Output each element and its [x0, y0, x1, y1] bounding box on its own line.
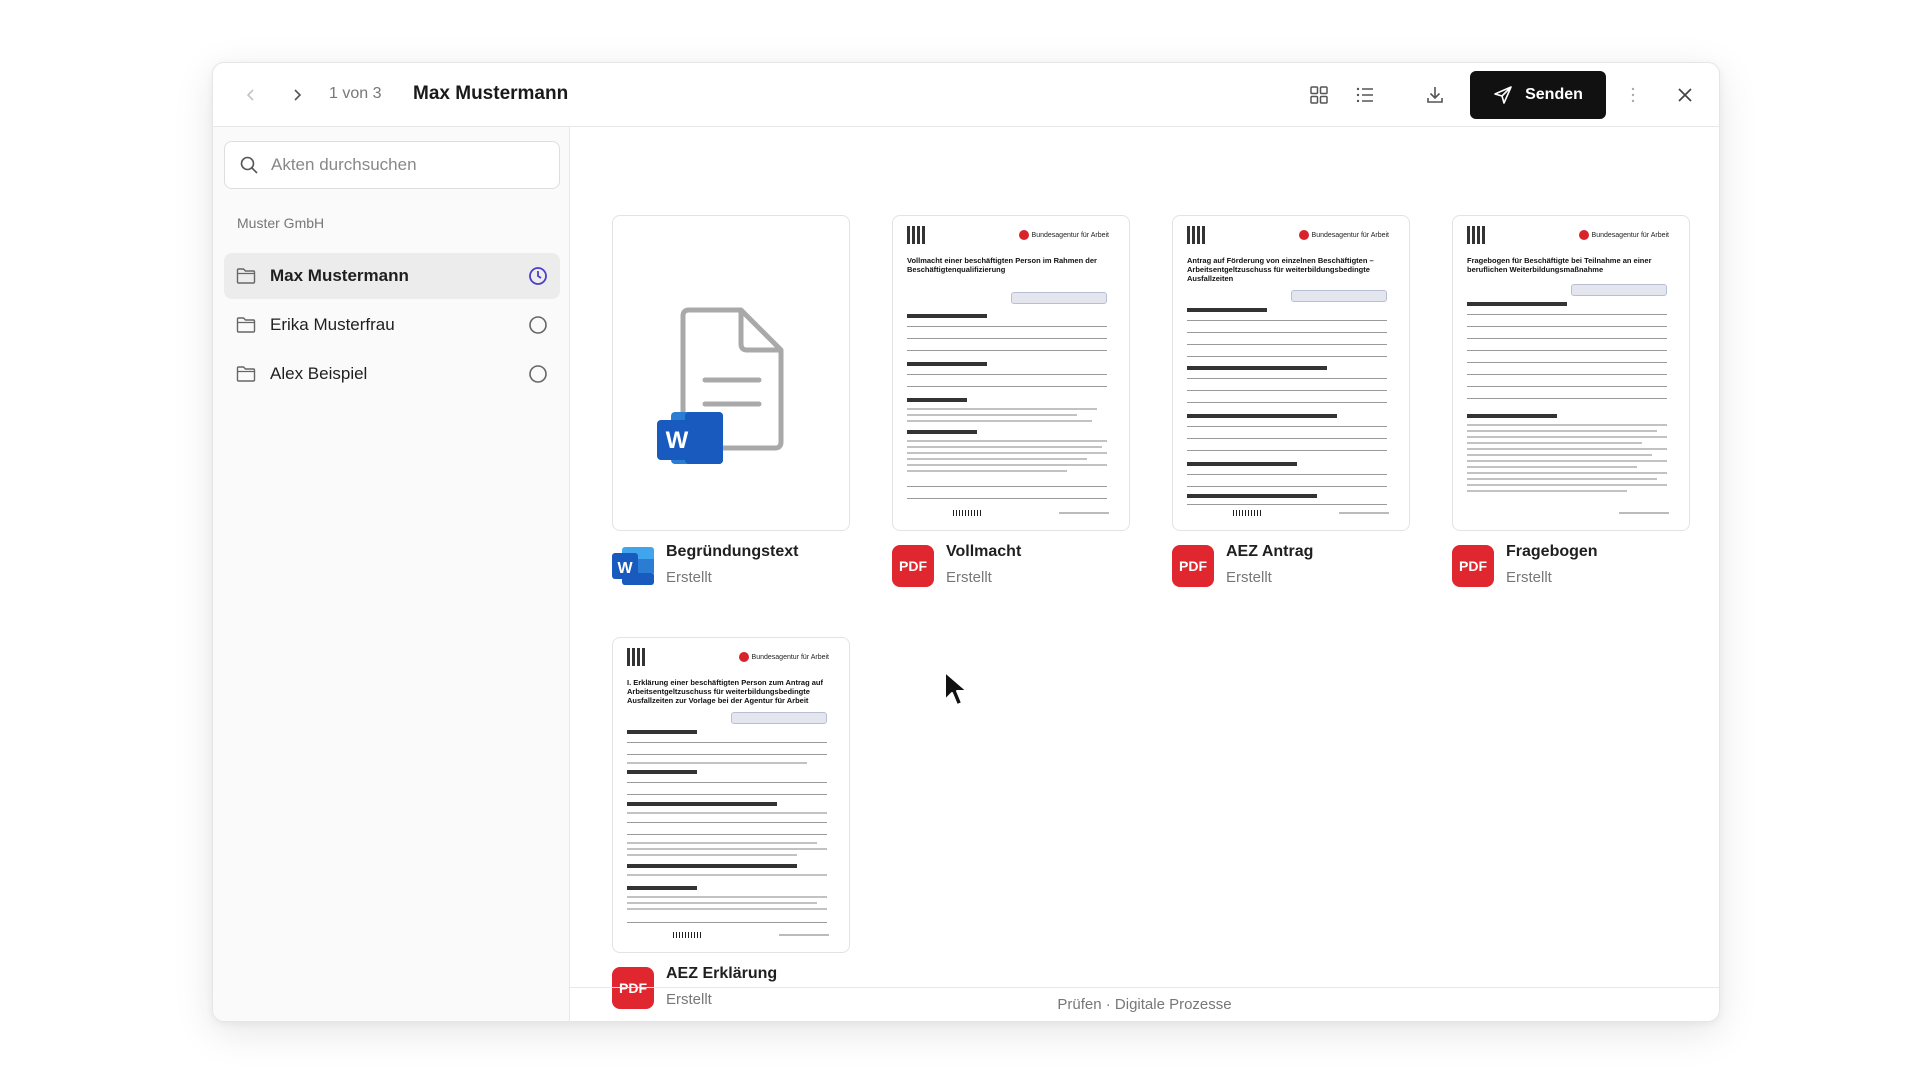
svg-text:W: W — [666, 427, 689, 454]
document-name: AEZ Antrag — [1226, 543, 1314, 560]
document-name: Begründungstext — [666, 543, 799, 560]
footer: Prüfen · Digitale Prozesse — [570, 987, 1719, 1021]
send-label: Senden — [1525, 86, 1583, 103]
document-status: Erstellt — [1506, 569, 1552, 586]
list-view-button[interactable] — [1349, 79, 1381, 111]
document-card-aez-erklaerung[interactable]: Bundesagentur für Arbeit I. Erklärung ei… — [612, 637, 850, 1009]
qr-code-icon — [1187, 226, 1205, 244]
document-card-aez-antrag[interactable]: Bundesagentur für Arbeit Antrag auf Förd… — [1172, 215, 1410, 587]
document-thumbnail: Bundesagentur für Arbeit Antrag auf Förd… — [1172, 215, 1410, 531]
send-icon — [1494, 86, 1512, 104]
document-name: Vollmacht — [946, 543, 1022, 560]
document-thumbnail: W — [612, 215, 850, 531]
document-meta: PDF AEZ Antrag Erstellt — [1172, 543, 1410, 593]
chevron-right-icon — [294, 89, 302, 101]
word-document-icon: W — [657, 307, 784, 464]
page-title: Max Mustermann — [413, 83, 569, 104]
document-thumbnail: Bundesagentur für Arbeit I. Erklärung ei… — [612, 637, 850, 953]
search-box[interactable] — [224, 141, 560, 189]
document-status: Erstellt — [1226, 569, 1272, 586]
barcode — [673, 932, 701, 938]
send-button[interactable]: Senden — [1470, 71, 1606, 119]
list-icon — [1356, 87, 1373, 103]
close-button[interactable] — [1669, 79, 1701, 111]
qr-code-icon — [1467, 226, 1485, 244]
document-meta: PDF Fragebogen Erstellt — [1452, 543, 1690, 593]
sidebar-item-alex-beispiel[interactable]: Alex Beispiel — [224, 351, 560, 397]
sidebar-item-label: Max Mustermann — [270, 266, 409, 285]
close-icon — [1678, 88, 1692, 102]
document-name: AEZ Erklärung — [666, 965, 778, 982]
document-name: Fragebogen — [1506, 543, 1598, 560]
form-title: Antrag auf Förderung von einzelnen Besch… — [1187, 256, 1374, 283]
document-card-begruendungstext[interactable]: W W Begründungstext Erstellt — [612, 215, 850, 586]
pdf-icon: PDF — [1452, 545, 1494, 587]
search-input[interactable] — [271, 155, 541, 175]
search-icon — [240, 156, 258, 174]
form-title: I. Erklärung einer beschäftigten Person … — [627, 678, 824, 705]
document-thumbnail: Bundesagentur für Arbeit Fragebogen für … — [1452, 215, 1690, 531]
viewer-window: 1 von 3 Max Mustermann Senden Akten durc… — [212, 62, 1720, 1022]
qr-code-icon — [627, 648, 645, 666]
document-meta: PDF Vollmacht Erstellt — [892, 543, 1130, 593]
download-button[interactable] — [1419, 79, 1451, 111]
circle-status-icon — [529, 365, 547, 383]
next-button[interactable] — [279, 77, 315, 113]
svg-text:W: W — [617, 560, 633, 577]
word-icon: W — [612, 545, 654, 587]
document-status: Erstellt — [666, 569, 712, 586]
grid-view-button[interactable] — [1303, 79, 1335, 111]
agency-logo: Bundesagentur für Arbeit — [1018, 230, 1109, 240]
toolbar: 1 von 3 Max Mustermann Senden — [213, 63, 1719, 127]
sidebar-item-label: Erika Musterfrau — [270, 315, 395, 334]
barcode — [953, 510, 981, 516]
download-icon — [1427, 87, 1443, 103]
grid-icon — [1310, 86, 1328, 104]
page-counter: 1 von 3 — [329, 85, 382, 102]
folder-icon — [236, 366, 256, 382]
folder-icon — [236, 317, 256, 333]
form-title: Fragebogen für Beschäftigte bei Teilnahm… — [1467, 256, 1652, 274]
sidebar-item-max-mustermann[interactable]: Max Mustermann — [224, 253, 560, 299]
agency-logo: Bundesagentur für Arbeit — [1578, 230, 1669, 240]
document-meta: W Begründungstext Erstellt — [612, 543, 850, 593]
sidebar-item-erika-musterfrau[interactable]: Erika Musterfrau — [224, 302, 560, 348]
form-title: Vollmacht einer beschäftigten Person im … — [907, 256, 1097, 274]
document-grid: W W Begründungstext Erstellt Bundesagent… — [570, 127, 1719, 1009]
pdf-icon: PDF — [892, 545, 934, 587]
pdf-icon: PDF — [1172, 545, 1214, 587]
clock-icon — [529, 267, 547, 285]
agency-logo: Bundesagentur für Arbeit — [738, 652, 829, 662]
agency-logo: Bundesagentur für Arbeit — [1298, 230, 1389, 240]
document-status: Erstellt — [946, 569, 992, 586]
chevron-left-icon — [246, 89, 254, 101]
previous-button[interactable] — [233, 77, 269, 113]
mouse-cursor-icon — [944, 671, 968, 706]
qr-code-icon — [907, 226, 925, 244]
folder-icon — [236, 268, 256, 284]
barcode — [1233, 510, 1261, 516]
document-thumbnail: Bundesagentur für Arbeit Vollmacht einer… — [892, 215, 1130, 531]
sidebar: Muster GmbH Max Mustermann Erika Musterf… — [213, 127, 570, 1021]
sidebar-item-label: Alex Beispiel — [270, 364, 368, 383]
more-button[interactable] — [1617, 79, 1649, 111]
more-vertical-icon — [1631, 87, 1635, 103]
document-card-vollmacht[interactable]: Bundesagentur für Arbeit Vollmacht einer… — [892, 215, 1130, 587]
group-label: Muster GmbH — [237, 215, 325, 231]
circle-status-icon — [529, 316, 547, 334]
document-card-fragebogen[interactable]: Bundesagentur für Arbeit Fragebogen für … — [1452, 215, 1690, 587]
